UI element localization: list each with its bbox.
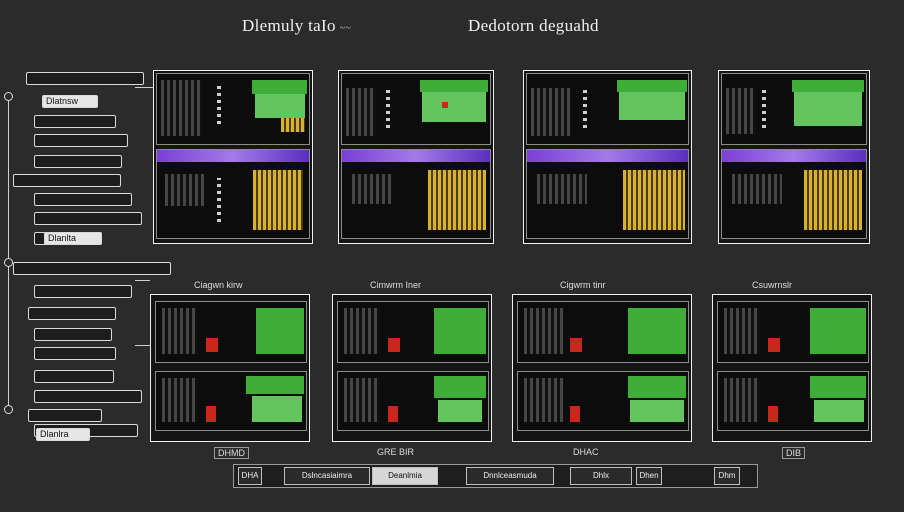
- sidebar-item[interactable]: [34, 370, 114, 383]
- sidebar-item[interactable]: [34, 390, 142, 403]
- sidebar-rail-bottom: [8, 262, 9, 412]
- sidebar-node-dot: [4, 92, 13, 101]
- sidebar-connector: [135, 345, 150, 346]
- preview-panel[interactable]: [150, 294, 310, 442]
- preview-screenshot-top: [337, 301, 489, 363]
- preview-screenshot-bottom: [721, 149, 867, 239]
- sidebar-item[interactable]: [34, 212, 142, 225]
- sidebar-item[interactable]: [34, 285, 132, 298]
- panel-footer-label: DHAC: [573, 447, 599, 457]
- sidebar-item[interactable]: [28, 307, 116, 320]
- panel-footer-label: DHMD: [214, 447, 249, 459]
- panel-footer-label: DIB: [782, 447, 806, 459]
- panel-caption: Cigwrm tinr: [560, 280, 606, 290]
- preview-screenshot-top: [517, 301, 689, 363]
- toolbar-button[interactable]: DHA: [238, 467, 262, 485]
- sidebar-item[interactable]: [34, 155, 122, 168]
- sidebar-item[interactable]: Dlanlra: [36, 428, 90, 441]
- sidebar-item[interactable]: [26, 72, 144, 85]
- panel-caption: Ciagwn kirw: [194, 280, 243, 290]
- bottom-toolbar: DHA Dslncasiaimra Deanlmia Dnnlceasmuda …: [233, 464, 758, 488]
- toolbar-button[interactable]: Dslncasiaimra: [284, 467, 370, 485]
- preview-screenshot-bottom: [717, 371, 869, 431]
- toolbar-button[interactable]: Dhm: [714, 467, 740, 485]
- sidebar-item[interactable]: [13, 262, 171, 275]
- preview-screenshot-bottom: [156, 149, 310, 239]
- preview-screenshot-bottom: [155, 371, 307, 431]
- toolbar-button[interactable]: Dnnlceasmuda: [466, 467, 554, 485]
- sidebar-item[interactable]: [13, 174, 121, 187]
- panel-caption: Cimwrm Iner: [370, 280, 421, 290]
- sidebar-item[interactable]: Dlatnsw: [42, 95, 98, 108]
- preview-screenshot-top: [721, 73, 867, 145]
- preview-screenshot-top: [156, 73, 310, 145]
- sidebar-connector: [135, 87, 153, 88]
- toolbar-button[interactable]: Dhlx: [570, 467, 632, 485]
- sidebar-item[interactable]: [34, 115, 116, 128]
- sidebar-node-dot: [4, 405, 13, 414]
- preview-panel[interactable]: [332, 294, 492, 442]
- preview-panel[interactable]: [523, 70, 692, 244]
- preview-screenshot-top: [526, 73, 689, 145]
- sidebar-item[interactable]: [34, 347, 116, 360]
- preview-screenshot-top: [717, 301, 869, 363]
- sidebar-item[interactable]: [34, 328, 112, 341]
- preview-screenshot-top: [155, 301, 307, 363]
- preview-screenshot-bottom: [337, 371, 489, 431]
- header-title-left: Dlemuly taIo ~~: [242, 16, 351, 36]
- preview-panel[interactable]: [512, 294, 692, 442]
- sidebar-item[interactable]: [34, 134, 128, 147]
- preview-screenshot-bottom: [526, 149, 689, 239]
- preview-panel[interactable]: [153, 70, 313, 244]
- sidebar-item[interactable]: [28, 409, 102, 422]
- preview-screenshot-bottom: [341, 149, 491, 239]
- preview-panel[interactable]: [712, 294, 872, 442]
- sidebar-rail-top: [8, 95, 9, 260]
- header-title-left-text: Dlemuly taIo: [242, 16, 336, 35]
- sidebar-connector: [135, 280, 150, 281]
- toolbar-button[interactable]: Deanlmia: [372, 467, 438, 485]
- preview-screenshot-bottom: [517, 371, 689, 431]
- header-title-right: Dedotorn deguahd: [468, 16, 599, 35]
- panel-caption: Csuwrnslr: [752, 280, 793, 290]
- panel-footer-label: GRE BIR: [377, 447, 415, 457]
- sidebar-node-dot: [4, 258, 13, 267]
- sidebar-item[interactable]: Dlanlta: [44, 232, 102, 245]
- sidebar-item[interactable]: [34, 193, 132, 206]
- preview-panel[interactable]: [338, 70, 494, 244]
- header-title-left-suffix: ~~: [339, 23, 352, 34]
- preview-panel[interactable]: [718, 70, 870, 244]
- preview-screenshot-top: [341, 73, 491, 145]
- toolbar-button[interactable]: Dhen: [636, 467, 662, 485]
